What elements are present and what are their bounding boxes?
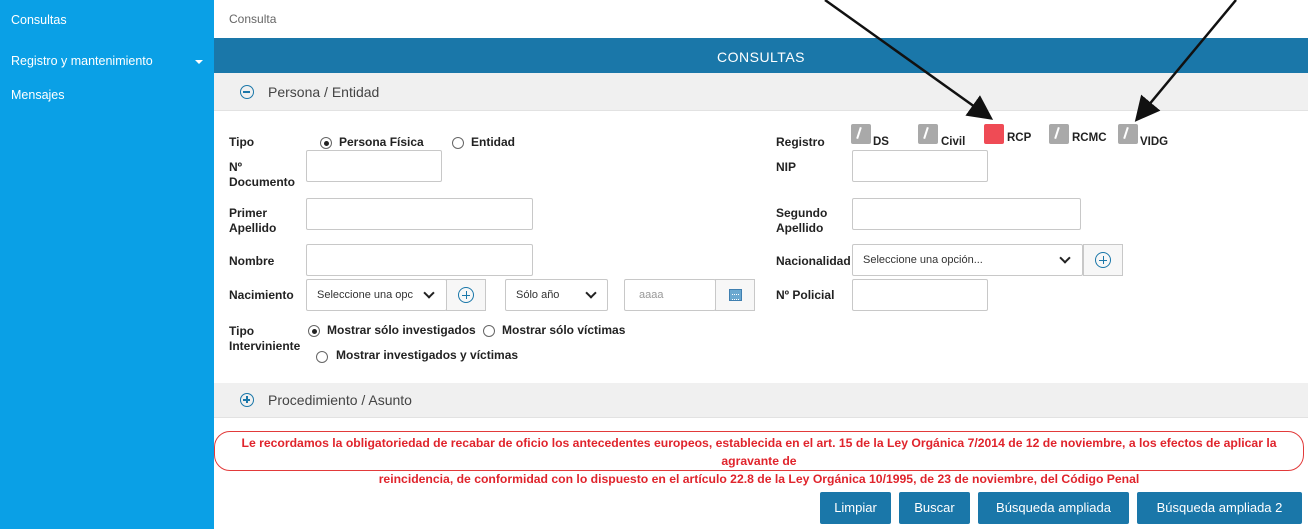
calendar-button[interactable] bbox=[715, 279, 755, 311]
select-value: Seleccione una opción... bbox=[863, 254, 983, 266]
nacimiento-label: Nacimiento bbox=[229, 288, 294, 302]
slash-icon bbox=[1054, 126, 1060, 140]
nombre-label: Nombre bbox=[229, 254, 275, 268]
section-procedimiento-asunto[interactable]: Procedimiento / Asunto bbox=[214, 383, 1308, 418]
page-header: CONSULTAS bbox=[214, 38, 1308, 73]
radio-label: Mostrar investigados y víctimas bbox=[336, 348, 519, 362]
year-placeholder: aaaa bbox=[639, 289, 664, 301]
radio-persona-fisica[interactable] bbox=[320, 137, 332, 149]
registro-item-label: RCP bbox=[1007, 132, 1032, 144]
chevron-down-icon bbox=[423, 287, 435, 299]
registro-item-label: VIDG bbox=[1140, 136, 1169, 148]
registro-rcmc-checkbox[interactable] bbox=[1049, 124, 1069, 144]
busqueda-ampliada-button[interactable]: Búsqueda ampliada bbox=[978, 492, 1129, 524]
busqueda-ampliada-2-button[interactable]: Búsqueda ampliada 2 bbox=[1137, 492, 1302, 524]
chevron-down-icon bbox=[1059, 252, 1071, 264]
registro-civil-checkbox[interactable] bbox=[918, 124, 938, 144]
nacionalidad-add-button[interactable] bbox=[1083, 244, 1123, 276]
primer-apellido-input[interactable] bbox=[306, 198, 533, 230]
sidebar-item-mensajes[interactable]: Mensajes bbox=[11, 88, 65, 102]
slash-icon bbox=[1123, 126, 1129, 140]
sidebar-item-consultas[interactable]: Consultas bbox=[11, 13, 67, 27]
nip-input[interactable] bbox=[852, 150, 988, 182]
add-icon bbox=[1095, 252, 1111, 268]
sidebar-item-registro-mantenimiento[interactable]: Registro y mantenimiento bbox=[11, 54, 203, 68]
nacimiento-add-button[interactable] bbox=[446, 279, 486, 311]
registro-rcp-checkbox[interactable] bbox=[984, 124, 1004, 144]
n-documento-label: Nº Documento bbox=[229, 160, 295, 190]
n-policial-input[interactable] bbox=[852, 279, 988, 311]
label-line: Apellido bbox=[776, 221, 824, 235]
nacionalidad-select[interactable]: Seleccione una opción... bbox=[852, 244, 1083, 276]
page-title: CONSULTAS bbox=[717, 49, 805, 65]
registro-ds-checkbox[interactable] bbox=[851, 124, 871, 144]
label-line: Apellido bbox=[229, 221, 277, 235]
add-icon bbox=[458, 287, 474, 303]
segundo-apellido-input[interactable] bbox=[852, 198, 1081, 230]
nacimiento-select[interactable]: Seleccione una opc bbox=[306, 279, 447, 311]
breadcrumb: Consulta bbox=[229, 12, 277, 26]
nip-label: NIP bbox=[776, 160, 797, 174]
label-line: Documento bbox=[229, 175, 295, 189]
tipo-interviniente-label: Tipo Interviniente bbox=[229, 324, 300, 354]
limpiar-button[interactable]: Limpiar bbox=[820, 492, 891, 524]
section-title: Procedimiento / Asunto bbox=[268, 392, 412, 408]
registro-label: Registro bbox=[776, 135, 825, 149]
radio-entidad[interactable] bbox=[452, 137, 464, 149]
segundo-apellido-label: Segundo Apellido bbox=[776, 206, 827, 236]
radio-label: Entidad bbox=[471, 135, 515, 149]
label-line: Segundo bbox=[776, 206, 828, 220]
nombre-input[interactable] bbox=[306, 244, 533, 276]
select-value: Sólo año bbox=[516, 289, 560, 301]
label-line: Tipo bbox=[229, 324, 255, 338]
warning-line: reincidencia, de conformidad con lo disp… bbox=[378, 472, 1140, 486]
calendar-icon bbox=[729, 289, 742, 301]
sidebar: Consultas Registro y mantenimiento Mensa… bbox=[0, 0, 214, 529]
select-value: Seleccione una opc bbox=[317, 289, 414, 301]
radio-label: Persona Física bbox=[339, 135, 424, 149]
caret-down-icon bbox=[195, 60, 203, 64]
radio-label: Mostrar sólo investigados bbox=[327, 323, 476, 337]
nacimiento-year-input[interactable]: aaaa bbox=[624, 279, 716, 311]
collapse-icon bbox=[240, 85, 254, 99]
buscar-button[interactable]: Buscar bbox=[899, 492, 970, 524]
slash-icon bbox=[923, 126, 929, 140]
radio-investigados-y-victimas[interactable] bbox=[316, 351, 328, 363]
n-documento-input[interactable] bbox=[306, 150, 442, 182]
label-line: Primer bbox=[229, 206, 268, 220]
registro-item-label: DS bbox=[873, 136, 889, 148]
chevron-down-icon bbox=[585, 287, 597, 299]
n-policial-label: Nº Policial bbox=[776, 288, 835, 302]
section-title: Persona / Entidad bbox=[268, 84, 380, 100]
legal-warning: Le recordamos la obligatoriedad de recab… bbox=[214, 431, 1304, 486]
registro-vidg-checkbox[interactable] bbox=[1118, 124, 1138, 144]
sidebar-item-label: Registro y mantenimiento bbox=[11, 54, 153, 68]
primer-apellido-label: Primer Apellido bbox=[229, 206, 276, 236]
registro-item-label: RCMC bbox=[1072, 132, 1107, 144]
label-line: Interviniente bbox=[229, 339, 301, 353]
section-persona-entidad[interactable]: Persona / Entidad bbox=[214, 73, 1308, 111]
nacimiento-period-select[interactable]: Sólo año bbox=[505, 279, 608, 311]
radio-solo-victimas[interactable] bbox=[483, 325, 495, 337]
tipo-label: Tipo bbox=[229, 135, 255, 149]
radio-solo-investigados[interactable] bbox=[308, 325, 320, 337]
label-line: Nº bbox=[229, 160, 243, 174]
slash-icon bbox=[856, 126, 862, 140]
nacionalidad-label: Nacionalidad bbox=[776, 254, 851, 268]
warning-line: Le recordamos la obligatoriedad de recab… bbox=[241, 436, 1277, 468]
expand-icon bbox=[240, 393, 254, 407]
registro-item-label: Civil bbox=[941, 136, 966, 148]
radio-label: Mostrar sólo víctimas bbox=[502, 323, 626, 337]
